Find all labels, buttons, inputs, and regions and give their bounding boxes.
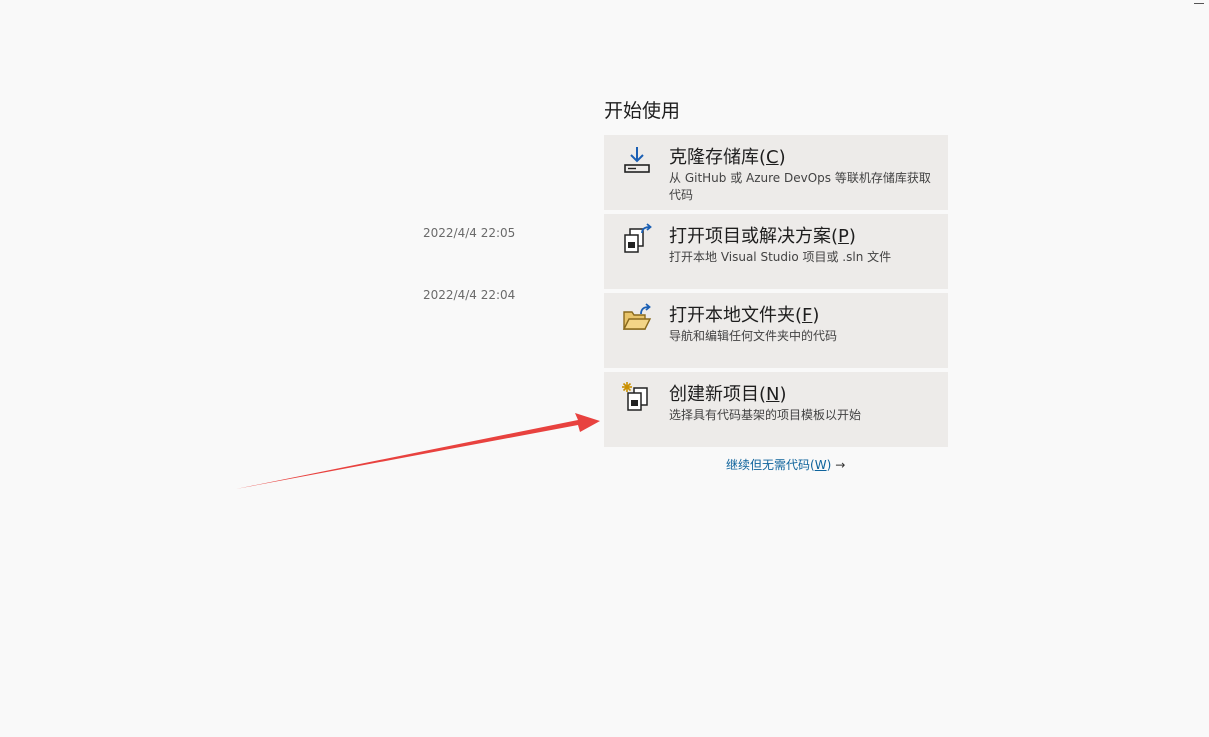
annotation-arrow xyxy=(236,413,600,489)
start-window: 2022/4/4 22:05 2022/4/4 22:04 开始使用 克隆存储库… xyxy=(0,0,1209,737)
